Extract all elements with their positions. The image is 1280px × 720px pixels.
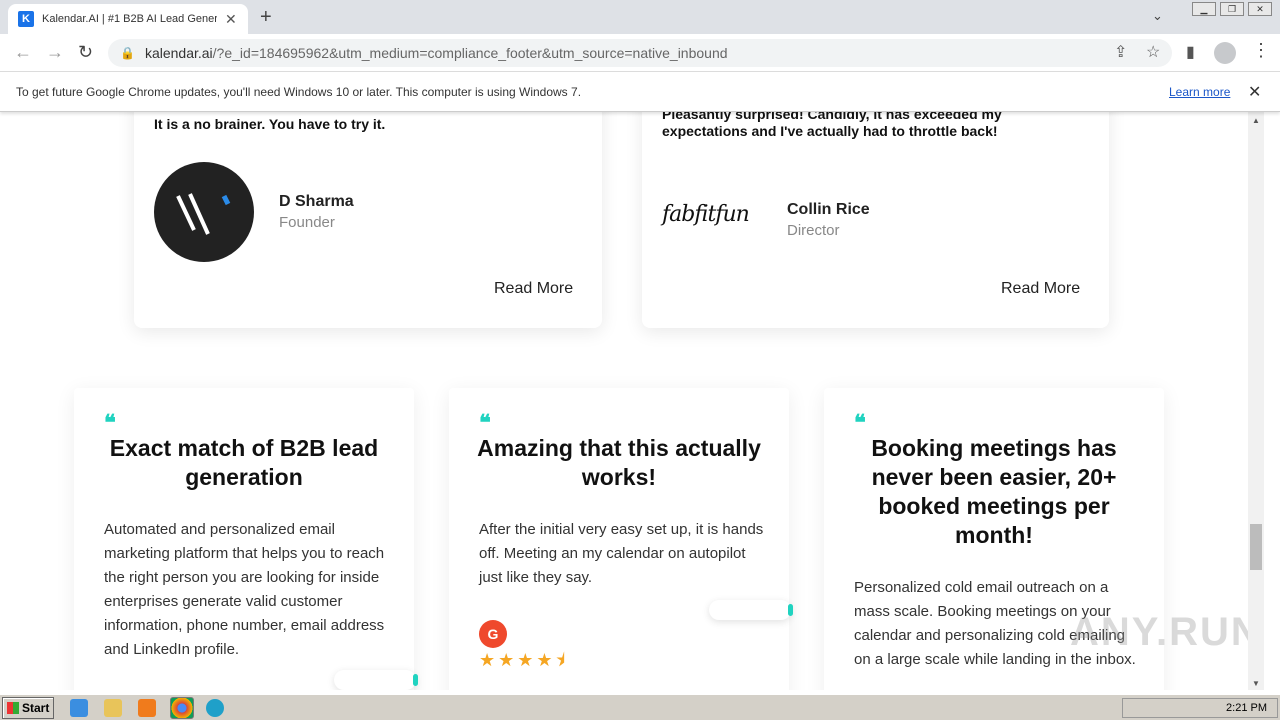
url-path: /?e_id=184695962&utm_medium=compliance_f… <box>212 45 728 61</box>
tab-search-icon[interactable]: ⌄ <box>1152 8 1163 24</box>
start-label: Start <box>22 701 50 715</box>
review-body: After the initial very easy set up, it i… <box>479 521 764 586</box>
browser-toolbar: ← → ↻ 🔒 kalendar.ai/?e_id=184695962&utm_… <box>0 34 1280 72</box>
fabfitfun-logo: fabfitfun <box>662 202 750 227</box>
clock[interactable]: 2:21 PM <box>1226 702 1267 714</box>
learn-more-link[interactable]: Learn more <box>1169 85 1230 99</box>
tab-strip: K Kalendar.AI | #1 B2B AI Lead Gener ✕ +… <box>0 0 1280 34</box>
bookmark-star-icon[interactable]: ☆ <box>1146 42 1160 62</box>
kalendar-favicon-icon: K <box>18 11 34 27</box>
windows-flag-icon <box>7 702 19 714</box>
author-name: Collin Rice <box>787 201 870 218</box>
page-scrollbar[interactable]: ▲ ▼ <box>1248 112 1264 690</box>
testimonial-quote: Pleasantly surprised! Candidly, it has e… <box>662 112 1002 139</box>
page-viewport: It is a no brainer. You have to try it. … <box>0 112 1248 690</box>
anyrun-watermark: ANY.RUN <box>1070 610 1248 654</box>
edge-icon[interactable] <box>206 699 224 717</box>
forward-button[interactable]: → <box>46 42 64 63</box>
company-logo-w-icon <box>154 162 254 262</box>
new-tab-button[interactable]: + <box>260 6 272 29</box>
url-text: kalendar.ai/?e_id=184695962&utm_medium=c… <box>145 45 728 61</box>
close-window-button[interactable]: ✕ <box>1248 2 1272 16</box>
close-infobar-icon[interactable]: ✕ <box>1248 82 1261 102</box>
address-bar[interactable]: 🔒 kalendar.ai/?e_id=184695962&utm_medium… <box>108 39 1172 67</box>
system-tray: 2:21 PM <box>1122 698 1278 718</box>
testimonial-card-sharma: It is a no brainer. You have to try it. … <box>134 112 602 328</box>
media-player-icon[interactable] <box>138 699 156 717</box>
pill-dot <box>413 674 418 686</box>
review-heading: Exact match of B2B lead generation <box>109 435 379 490</box>
infobar-message: To get future Google Chrome updates, you… <box>16 84 582 99</box>
author-role: Director <box>787 222 840 239</box>
ie-icon[interactable] <box>70 699 88 717</box>
lock-icon[interactable]: 🔒 <box>120 46 135 60</box>
profile-avatar-icon[interactable] <box>1214 42 1236 64</box>
start-button[interactable]: Start <box>2 697 54 719</box>
browser-tab[interactable]: K Kalendar.AI | #1 B2B AI Lead Gener ✕ <box>8 4 248 34</box>
maximize-button[interactable]: ❐ <box>1220 2 1244 16</box>
review-card-1: ❝ Exact match of B2B lead generation Aut… <box>74 388 418 690</box>
url-host: kalendar.ai <box>144 45 213 61</box>
quote-mark-icon: ❝ <box>479 410 491 436</box>
testimonial-card-rice: Pleasantly surprised! Candidly, it has e… <box>642 112 1109 328</box>
decor-pill <box>709 600 793 620</box>
g2-badge-icon: G <box>479 620 507 648</box>
minimize-button[interactable]: ▁ <box>1192 2 1216 16</box>
chrome-icon[interactable] <box>170 697 194 719</box>
author-role: Founder <box>279 214 335 231</box>
window-controls: ▁ ❐ ✕ <box>1192 2 1272 16</box>
review-card-2: ❝ Amazing that this actually works! Afte… <box>449 388 793 690</box>
review-heading: Amazing that this actually works! <box>477 435 761 490</box>
share-icon[interactable]: ⇪ <box>1114 42 1127 62</box>
reload-button[interactable]: ↻ <box>78 42 93 63</box>
close-tab-icon[interactable]: ✕ <box>225 11 237 28</box>
tab-title: Kalendar.AI | #1 B2B AI Lead Gener <box>42 13 217 25</box>
scroll-down-icon[interactable]: ▼ <box>1252 679 1260 688</box>
read-more-link[interactable]: Read More <box>494 280 573 298</box>
back-button[interactable]: ← <box>14 42 32 63</box>
review-heading: Booking meetings has never been easier, … <box>871 435 1117 548</box>
read-more-link[interactable]: Read More <box>1001 280 1080 298</box>
rating-stars: ★★★★⯨ <box>479 650 569 670</box>
update-infobar: To get future Google Chrome updates, you… <box>0 72 1280 112</box>
scroll-up-icon[interactable]: ▲ <box>1252 116 1260 125</box>
pill-dot <box>788 604 793 616</box>
side-panel-icon[interactable]: ▮ <box>1186 42 1195 62</box>
testimonial-quote: It is a no brainer. You have to try it. <box>154 116 386 132</box>
windows-taskbar: Start 2:21 PM <box>0 694 1280 720</box>
scrollbar-thumb[interactable] <box>1250 524 1262 570</box>
author-name: D Sharma <box>279 193 354 210</box>
quote-mark-icon: ❝ <box>854 410 866 436</box>
quote-mark-icon: ❝ <box>104 410 116 436</box>
menu-kebab-icon[interactable]: ⋮ <box>1252 40 1270 61</box>
review-body: Automated and personalized email marketi… <box>104 521 385 658</box>
decor-pill <box>334 670 418 690</box>
explorer-icon[interactable] <box>104 699 122 717</box>
